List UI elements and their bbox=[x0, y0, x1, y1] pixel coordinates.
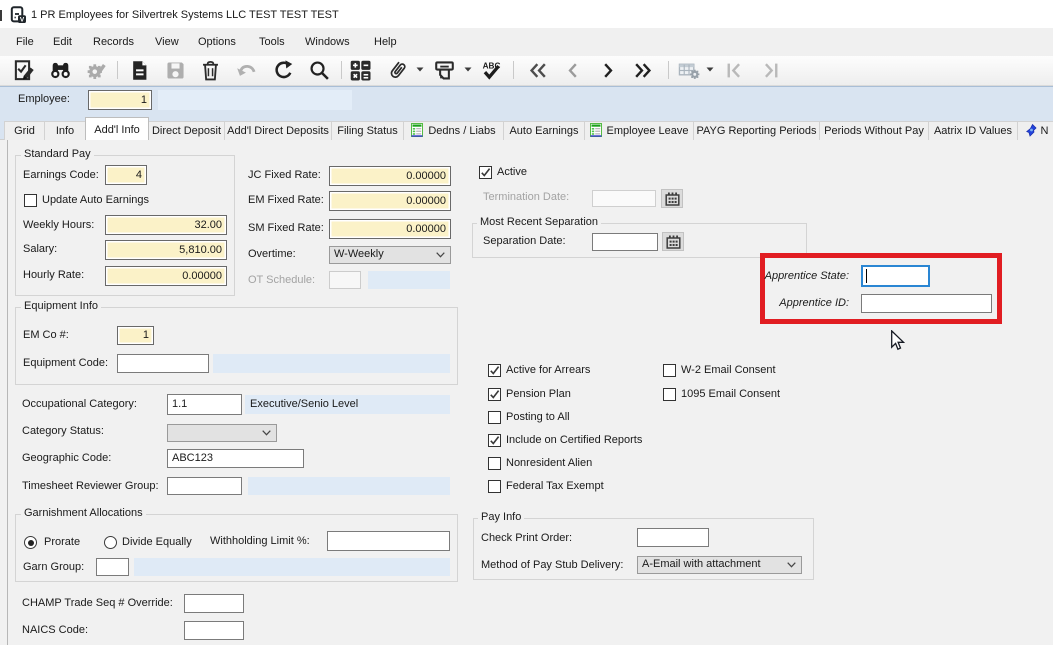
svg-text:V: V bbox=[20, 17, 25, 23]
